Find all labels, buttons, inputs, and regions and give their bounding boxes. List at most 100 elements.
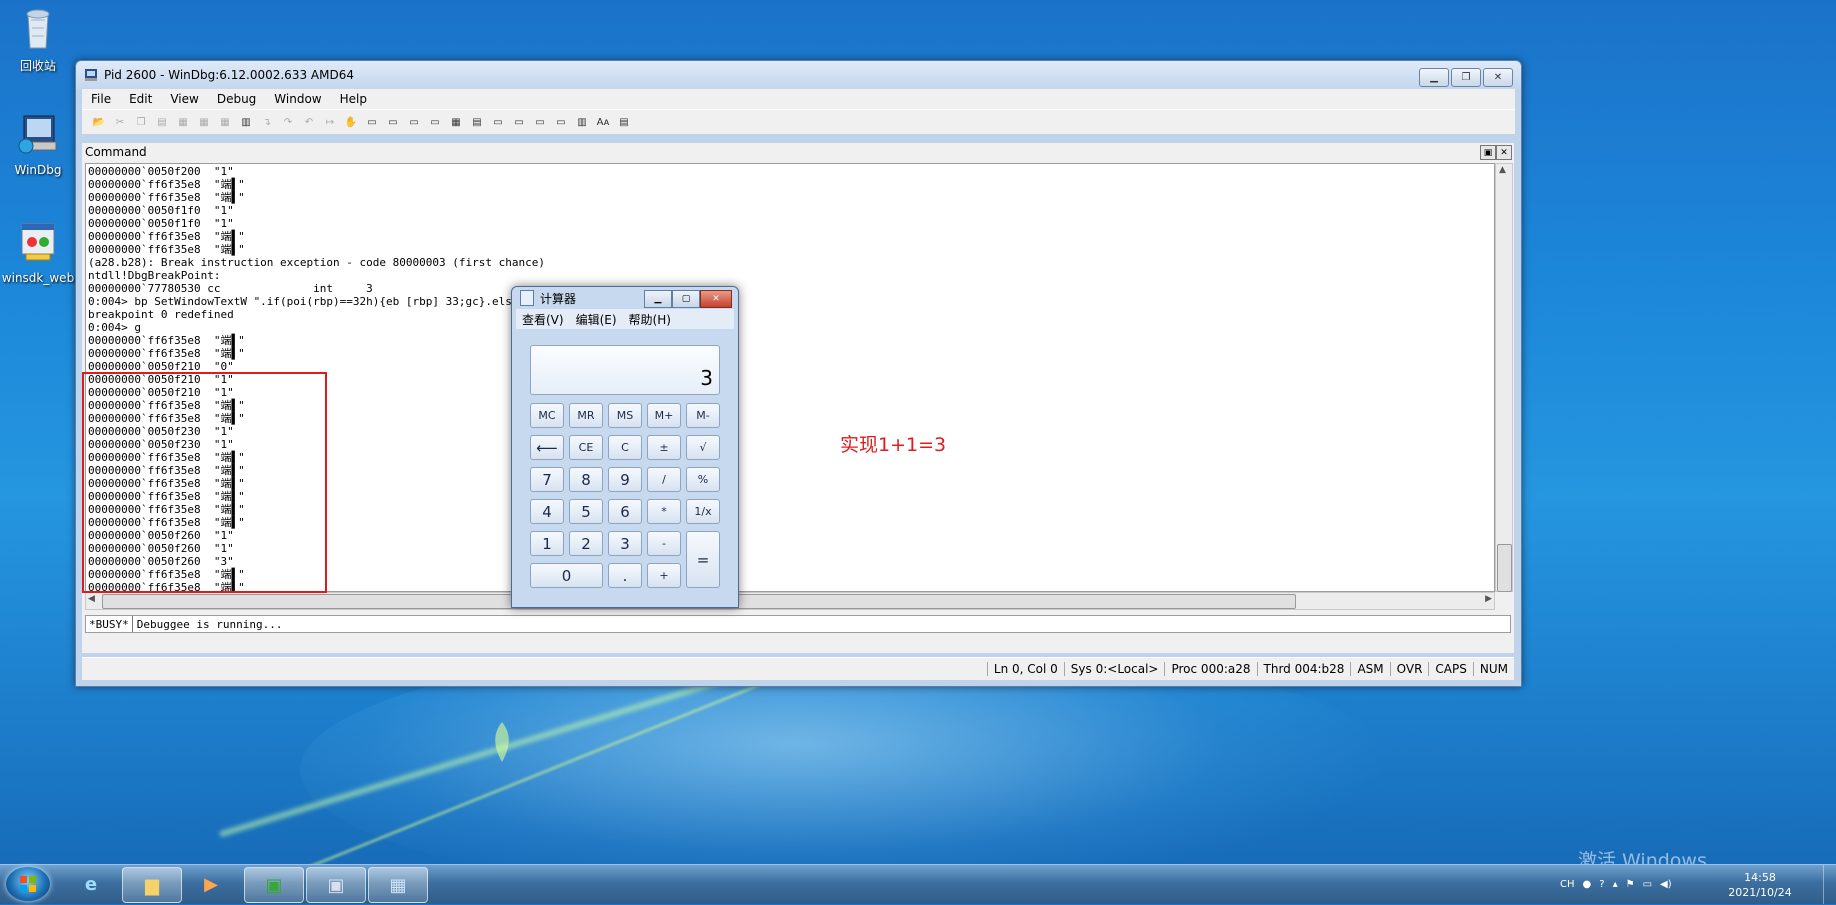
key-8[interactable]: 8 <box>569 467 603 492</box>
menu-edit[interactable]: Edit <box>120 92 161 106</box>
minimize-button[interactable]: ▁ <box>1419 68 1449 87</box>
calculator-display-value: 3 <box>700 366 713 390</box>
disassembly-icon[interactable]: ▭ <box>489 114 507 130</box>
calc-menu-edit[interactable]: 编辑(E) <box>570 311 623 328</box>
restart-icon[interactable]: ▦ <box>195 114 213 130</box>
key-sqrt[interactable]: √ <box>686 435 720 460</box>
calc-menu-view[interactable]: 查看(V) <box>516 311 570 328</box>
key-reciprocal[interactable]: 1/x <box>686 499 720 524</box>
stop-debugging-icon[interactable]: ▦ <box>216 114 234 130</box>
volume-icon[interactable]: ◀) <box>1660 879 1672 890</box>
key-2[interactable]: 2 <box>569 531 603 556</box>
taskbar-calculator[interactable]: ▦ <box>368 867 428 903</box>
scroll-left-icon[interactable]: ◀ <box>88 594 95 604</box>
memory-window-icon[interactable]: ▦ <box>447 114 465 130</box>
key-mr[interactable]: MR <box>569 403 603 428</box>
command-window-icon[interactable]: ▭ <box>363 114 381 130</box>
key-backspace[interactable]: ⟵ <box>530 435 564 460</box>
wallpaper-leaf-icon <box>495 722 509 762</box>
watch-window-icon[interactable]: ▭ <box>384 114 402 130</box>
processes-threads-icon[interactable]: ▭ <box>531 114 549 130</box>
font-icon[interactable]: Aᴀ <box>594 114 612 130</box>
paste-icon[interactable]: ▤ <box>153 114 171 130</box>
key-mc[interactable]: MC <box>530 403 564 428</box>
menu-file[interactable]: File <box>82 92 120 106</box>
step-out-icon[interactable]: ↶ <box>300 114 318 130</box>
open-folder-icon[interactable]: 📂 <box>90 114 108 130</box>
calc-close-button[interactable]: ✕ <box>700 290 732 308</box>
taskbar-terminal[interactable]: ▣ <box>244 867 304 903</box>
scroll-up-icon[interactable]: ▲ <box>1499 165 1506 175</box>
desktop-icon-winsdk-web[interactable]: winsdk_web <box>0 220 76 285</box>
command-input-line[interactable]: *BUSY* Debuggee is running... <box>85 615 1511 633</box>
step-over-icon[interactable]: ↷ <box>279 114 297 130</box>
source-mode-icon[interactable]: ▭ <box>552 114 570 130</box>
taskbar-explorer[interactable]: ▆ <box>122 867 182 903</box>
key-ms[interactable]: MS <box>608 403 642 428</box>
vertical-scrollbar[interactable]: ▲ <box>1495 163 1513 592</box>
key-subtract[interactable]: - <box>647 531 681 556</box>
calc-menu-help[interactable]: 帮助(H) <box>623 311 677 328</box>
key-7[interactable]: 7 <box>530 467 564 492</box>
scratch-pad-icon[interactable]: ▭ <box>510 114 528 130</box>
copy-icon[interactable]: ❐ <box>132 114 150 130</box>
key-mplus[interactable]: M+ <box>647 403 681 428</box>
scroll-right-icon[interactable]: ▶ <box>1485 594 1492 604</box>
call-stack-icon[interactable]: ▤ <box>468 114 486 130</box>
registers-window-icon[interactable]: ▭ <box>426 114 444 130</box>
show-desktop-button[interactable] <box>1823 865 1836 904</box>
maximize-button[interactable]: ❐ <box>1451 68 1481 87</box>
key-3[interactable]: 3 <box>608 531 642 556</box>
key-add[interactable]: + <box>647 563 681 588</box>
key-ce[interactable]: CE <box>569 435 603 460</box>
go-icon[interactable]: ▦ <box>174 114 192 130</box>
key-divide[interactable]: / <box>647 467 681 492</box>
network-icon[interactable]: ▭ <box>1643 879 1652 890</box>
break-icon[interactable]: ▥ <box>237 114 255 130</box>
taskbar-windbg[interactable]: ▣ <box>306 867 366 903</box>
vertical-scroll-thumb[interactable] <box>1497 544 1512 592</box>
options-icon[interactable]: ▤ <box>615 114 633 130</box>
key-4[interactable]: 4 <box>530 499 564 524</box>
taskbar-ie[interactable]: e <box>62 867 120 901</box>
desktop-icon-windbg[interactable]: WinDbg <box>0 112 76 177</box>
key-1[interactable]: 1 <box>530 531 564 556</box>
menu-view[interactable]: View <box>161 92 207 106</box>
cut-icon[interactable]: ✂ <box>111 114 129 130</box>
step-into-icon[interactable]: ↴ <box>258 114 276 130</box>
key-5[interactable]: 5 <box>569 499 603 524</box>
calc-maximize-button[interactable]: ▢ <box>672 290 700 308</box>
key-percent[interactable]: % <box>686 467 720 492</box>
key-c[interactable]: C <box>608 435 642 460</box>
clock[interactable]: 14:58 2021/10/24 <box>1720 870 1800 900</box>
taskbar-media-player[interactable]: ▶ <box>182 867 240 901</box>
panel-close-icon[interactable]: ✕ <box>1496 145 1512 160</box>
dock-icon[interactable]: ▣ <box>1480 145 1496 160</box>
start-button[interactable] <box>6 867 50 901</box>
run-to-cursor-icon[interactable]: ↦ <box>321 114 339 130</box>
breakpoint-hand-icon[interactable]: ✋ <box>342 114 360 130</box>
key-equals[interactable]: = <box>686 531 720 588</box>
flag-icon[interactable]: ⚑ <box>1626 879 1635 890</box>
key-0[interactable]: 0 <box>530 563 603 588</box>
help-icon[interactable]: ? <box>1599 879 1604 890</box>
tray-arrow-icon[interactable]: ▴ <box>1613 879 1618 890</box>
locals-window-icon[interactable]: ▭ <box>405 114 423 130</box>
menu-debug[interactable]: Debug <box>208 92 265 106</box>
windbg-titlebar[interactable]: Pid 2600 - WinDbg:6.12.0002.633 AMD64 <box>76 61 1521 89</box>
key-mminus[interactable]: M- <box>686 403 720 428</box>
hex-mode-icon[interactable]: ▥ <box>573 114 591 130</box>
calc-minimize-button[interactable]: ▁ <box>644 290 672 308</box>
desktop-icon-recycle-bin[interactable]: 回收站 <box>0 6 76 74</box>
ime-indicator[interactable]: CH <box>1560 879 1575 890</box>
close-button[interactable]: ✕ <box>1483 68 1513 87</box>
key-6[interactable]: 6 <box>608 499 642 524</box>
key-decimal[interactable]: . <box>608 563 642 588</box>
key-9[interactable]: 9 <box>608 467 642 492</box>
menu-help[interactable]: Help <box>331 92 376 106</box>
key-multiply[interactable]: * <box>647 499 681 524</box>
horizontal-scrollbar[interactable]: ◀ ▶ <box>85 592 1495 610</box>
menu-window[interactable]: Window <box>265 92 330 106</box>
key-plusminus[interactable]: ± <box>647 435 681 460</box>
ime-icon[interactable]: ● <box>1583 879 1592 890</box>
